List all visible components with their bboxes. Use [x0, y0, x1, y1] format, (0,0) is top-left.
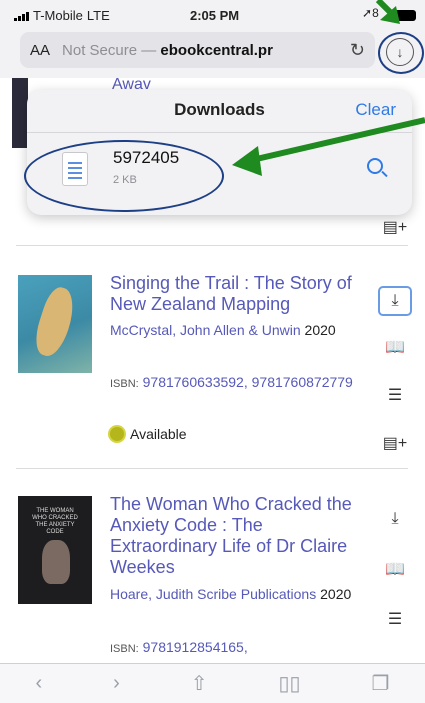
book-cover[interactable] [18, 275, 92, 373]
carrier-info: T-Mobile LTE [14, 8, 110, 23]
url-display[interactable]: Not Secure — ebookcentral.pr [62, 42, 344, 59]
isbn-label: ISBN: [110, 378, 139, 390]
battery-icon [392, 10, 416, 21]
clear-downloads-button[interactable]: Clear [355, 100, 396, 120]
annotation-ring [24, 140, 224, 212]
not-secure-label: Not Secure — [62, 41, 157, 59]
isbn-label: ISBN: [110, 643, 139, 655]
book-cover[interactable]: THE WOMAN WHO CRACKED THE ANXIETY CODE [18, 496, 92, 604]
availability-label: Available [130, 426, 187, 442]
cover-text: THE WOMAN WHO CRACKED THE ANXIETY CODE [32, 508, 78, 535]
address-bar[interactable]: AA Not Secure — ebookcentral.pr ↻ [20, 32, 375, 68]
book-year: 2020 [304, 322, 336, 338]
tabs-icon[interactable]: ❐ [372, 671, 390, 696]
share-icon[interactable]: ⇧ [191, 671, 208, 696]
book-title[interactable]: Singing the Trail : The Story of New Zea… [110, 273, 360, 315]
bookmarks-icon[interactable]: ▯▯ [279, 671, 301, 696]
back-icon[interactable]: ‹ [35, 672, 42, 695]
divider [16, 245, 408, 246]
book-author-publisher: McCrystal, John Allen & Unwin 2020 [110, 321, 360, 340]
status-bar: T-Mobile LTE 2:05 PM ➚8 [0, 0, 425, 28]
location-icon: ➚8 [362, 6, 379, 20]
book-isbn: ISBN: 9781760633592, 9781760872779 [110, 373, 370, 394]
carrier-name: T-Mobile [33, 8, 83, 23]
divider [16, 468, 408, 469]
book-author-publisher: Hoare, Judith Scribe Publications 2020 [110, 585, 360, 604]
browser-toolbar: ‹ › ⇧ ▯▯ ❐ [0, 663, 425, 703]
reload-icon[interactable]: ↻ [350, 40, 365, 61]
network-type: LTE [86, 8, 110, 23]
add-to-list-icon[interactable]: ▤+ [378, 212, 412, 242]
book-icon[interactable]: 📖 [378, 332, 412, 362]
status-location-text: 8 [372, 6, 379, 20]
book-authors[interactable]: Hoare, Judith Scribe Publications [110, 586, 316, 602]
isbn-values: 9781912854165, [142, 639, 248, 655]
add-to-list-icon[interactable]: ▤+ [378, 428, 412, 458]
book-icon[interactable]: 📖 [378, 554, 412, 584]
book-cover[interactable] [12, 78, 28, 148]
available-icon [110, 427, 124, 441]
annotation-ring [378, 32, 424, 74]
book-authors[interactable]: McCrystal, John Allen & Unwin [110, 322, 301, 338]
popover-divider [27, 132, 412, 133]
search-icon[interactable] [367, 158, 383, 174]
download-icon[interactable]: ⤓ [378, 286, 412, 316]
book-title[interactable]: The Woman Who Cracked the Anxiety Code :… [110, 494, 360, 578]
download-icon[interactable]: ⤓ [378, 504, 412, 534]
book-isbn: ISBN: 9781912854165, [110, 638, 370, 659]
availability-status: Available [110, 426, 187, 442]
isbn-values: 9781760633592, 9781760872779 [142, 374, 353, 390]
browser-chrome: AA Not Secure — ebookcentral.pr ↻ ↓ [0, 28, 425, 78]
downloads-title: Downloads [174, 100, 265, 119]
reader-aa-button[interactable]: AA [30, 42, 50, 59]
forward-icon[interactable]: › [113, 672, 120, 695]
list-icon[interactable]: ☰ [378, 380, 412, 410]
list-icon[interactable]: ☰ [378, 604, 412, 634]
signal-icon [14, 11, 29, 21]
book-year: 2020 [320, 586, 352, 602]
status-time: 2:05 PM [190, 8, 240, 23]
url-text: ebookcentral.pr [160, 41, 273, 59]
